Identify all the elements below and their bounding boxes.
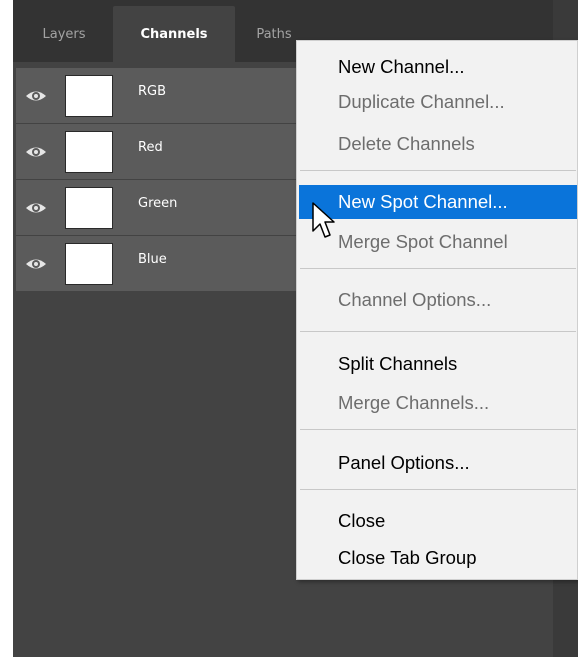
- channel-thumbnail: [65, 187, 113, 229]
- menu-item-close-tab-group[interactable]: Close Tab Group: [297, 541, 578, 575]
- channel-name: Green: [138, 196, 178, 211]
- menu-item-panel-options[interactable]: Panel Options...: [297, 446, 578, 480]
- menu-separator: [300, 170, 576, 171]
- tab-layers[interactable]: Layers: [19, 6, 109, 62]
- eye-icon[interactable]: [24, 199, 48, 217]
- menu-item-channel-options[interactable]: Channel Options...: [297, 283, 578, 317]
- channel-thumbnail: [65, 243, 113, 285]
- channel-name: Red: [138, 140, 163, 155]
- eye-icon[interactable]: [24, 255, 48, 273]
- panel-flyout-menu: New Channel... Duplicate Channel... Dele…: [296, 40, 578, 580]
- menu-separator: [300, 331, 576, 332]
- menu-item-split-channels[interactable]: Split Channels: [297, 347, 578, 381]
- menu-separator: [300, 429, 576, 430]
- channel-name: RGB: [138, 84, 167, 99]
- channel-thumbnail: [65, 75, 113, 117]
- menu-item-merge-spot-channel[interactable]: Merge Spot Channel: [297, 225, 578, 259]
- tab-channels[interactable]: Channels: [113, 6, 235, 62]
- eye-icon[interactable]: [24, 87, 48, 105]
- menu-item-merge-channels[interactable]: Merge Channels...: [297, 386, 578, 420]
- menu-item-delete-channels[interactable]: Delete Channels: [297, 127, 578, 161]
- menu-separator: [300, 268, 576, 269]
- menu-item-duplicate-channel[interactable]: Duplicate Channel...: [297, 85, 578, 119]
- eye-icon[interactable]: [24, 143, 48, 161]
- menu-item-close[interactable]: Close: [297, 504, 578, 538]
- menu-separator: [300, 489, 576, 490]
- channel-thumbnail: [65, 131, 113, 173]
- menu-item-new-channel[interactable]: New Channel...: [297, 50, 578, 84]
- menu-item-new-spot-channel[interactable]: New Spot Channel...: [299, 185, 577, 219]
- channel-name: Blue: [138, 252, 167, 267]
